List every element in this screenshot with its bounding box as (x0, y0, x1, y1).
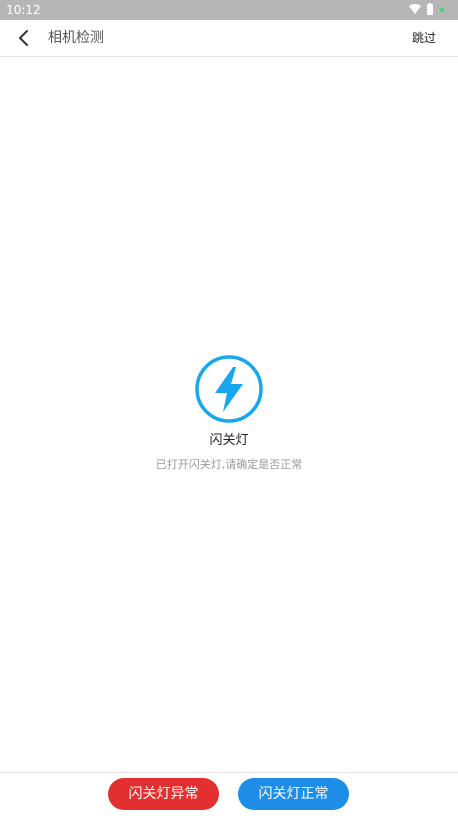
back-button[interactable] (14, 28, 34, 48)
footer-bar: 闪关灯异常 闪关灯正常 (0, 772, 458, 816)
flash-title: 闪关灯 (209, 433, 249, 448)
page-title: 相机检测 (48, 30, 104, 46)
chevron-left-icon (19, 30, 28, 46)
flash-test-panel: 闪关灯 已打开闪关灯,请确定是否正常 (0, 354, 458, 472)
notification-dot-icon (440, 8, 444, 12)
status-time: 10:12 (6, 3, 41, 17)
battery-icon (427, 3, 433, 15)
flash-description: 已打开闪关灯,请确定是否正常 (155, 458, 303, 471)
status-icons (408, 3, 448, 17)
status-bar: 10:12 (0, 0, 458, 20)
header-bar: 相机检测 跳过 (0, 20, 458, 57)
lightning-bolt-icon (195, 355, 263, 423)
flash-normal-button[interactable]: 闪关灯正常 (238, 778, 349, 810)
skip-button[interactable]: 跳过 (412, 20, 436, 56)
flash-abnormal-button[interactable]: 闪关灯异常 (108, 778, 219, 810)
wifi-icon (409, 4, 421, 14)
